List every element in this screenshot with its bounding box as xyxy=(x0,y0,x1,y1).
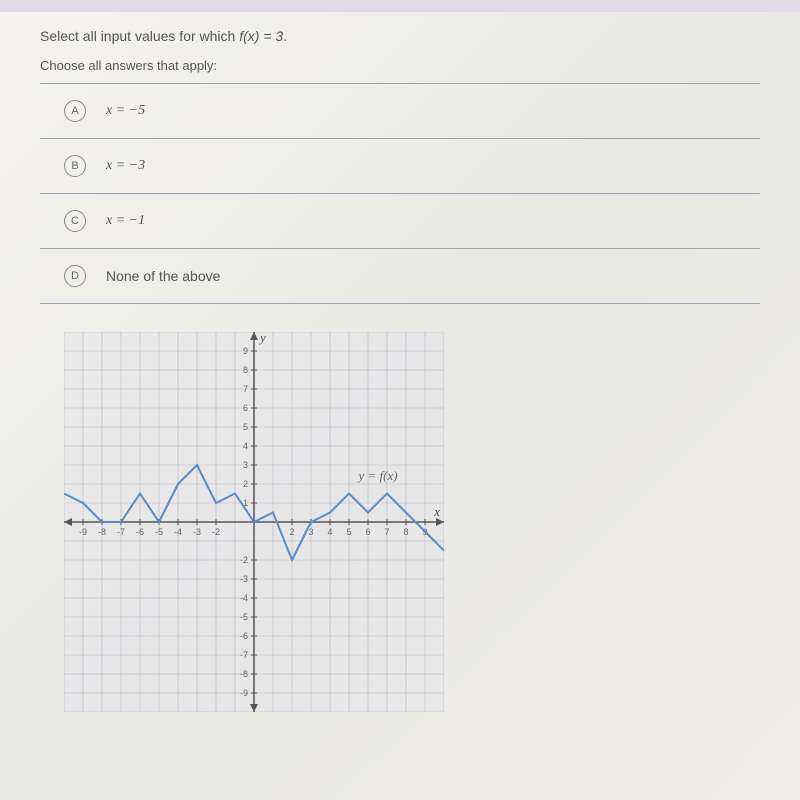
choice-letter-icon: D xyxy=(64,265,86,287)
choice-text: x = −1 xyxy=(106,213,145,229)
svg-text:4: 4 xyxy=(243,441,248,451)
choice-list: A x = −5 B x = −3 C x = −1 D None of the… xyxy=(40,83,760,304)
choice-letter-icon: A xyxy=(64,100,86,122)
svg-text:y = f(x): y = f(x) xyxy=(357,468,398,483)
choice-letter-icon: B xyxy=(64,155,86,177)
question-text: Select all input values for which f(x) =… xyxy=(40,28,760,44)
choice-d[interactable]: D None of the above xyxy=(40,249,760,304)
svg-text:-6: -6 xyxy=(240,631,248,641)
svg-text:3: 3 xyxy=(243,460,248,470)
svg-text:3: 3 xyxy=(308,527,313,537)
svg-text:-7: -7 xyxy=(240,650,248,660)
svg-text:5: 5 xyxy=(243,422,248,432)
svg-text:2: 2 xyxy=(289,527,294,537)
svg-text:x: x xyxy=(433,504,440,519)
function-graph: -9 -8 -7 -6 -5 -4 -3 -2 2 3 4 5 6 7 8 9 -9 -8 -7 -6 -5 -4 -3 -2… xyxy=(64,332,444,712)
choice-letter-icon: C xyxy=(64,210,86,232)
choice-text: x = −5 xyxy=(106,103,145,119)
svg-text:6: 6 xyxy=(365,527,370,537)
svg-text:7: 7 xyxy=(384,527,389,537)
svg-text:-8: -8 xyxy=(98,527,106,537)
choice-text: x = −3 xyxy=(106,158,145,174)
svg-text:y: y xyxy=(258,332,266,345)
svg-text:6: 6 xyxy=(243,403,248,413)
choice-text: None of the above xyxy=(106,268,220,284)
svg-text:-7: -7 xyxy=(117,527,125,537)
svg-text:-9: -9 xyxy=(79,527,87,537)
svg-text:4: 4 xyxy=(327,527,332,537)
svg-text:-2: -2 xyxy=(240,555,248,565)
svg-text:-5: -5 xyxy=(240,612,248,622)
svg-text:-4: -4 xyxy=(174,527,182,537)
svg-text:2: 2 xyxy=(243,479,248,489)
svg-text:-5: -5 xyxy=(155,527,163,537)
svg-text:8: 8 xyxy=(403,527,408,537)
svg-text:5: 5 xyxy=(346,527,351,537)
choice-a[interactable]: A x = −5 xyxy=(40,84,760,139)
svg-text:9: 9 xyxy=(243,346,248,356)
svg-text:8: 8 xyxy=(243,365,248,375)
svg-text:-3: -3 xyxy=(193,527,201,537)
svg-text:-4: -4 xyxy=(240,593,248,603)
choice-c[interactable]: C x = −1 xyxy=(40,194,760,249)
svg-text:-6: -6 xyxy=(136,527,144,537)
svg-text:7: 7 xyxy=(243,384,248,394)
svg-text:-2: -2 xyxy=(212,527,220,537)
graph-container: -9 -8 -7 -6 -5 -4 -3 -2 2 3 4 5 6 7 8 9 -9 -8 -7 -6 -5 -4 -3 -2… xyxy=(64,332,760,712)
choice-b[interactable]: B x = −3 xyxy=(40,139,760,194)
svg-text:-9: -9 xyxy=(240,688,248,698)
svg-text:-8: -8 xyxy=(240,669,248,679)
svg-text:-3: -3 xyxy=(240,574,248,584)
instruction-text: Choose all answers that apply: xyxy=(40,58,760,73)
